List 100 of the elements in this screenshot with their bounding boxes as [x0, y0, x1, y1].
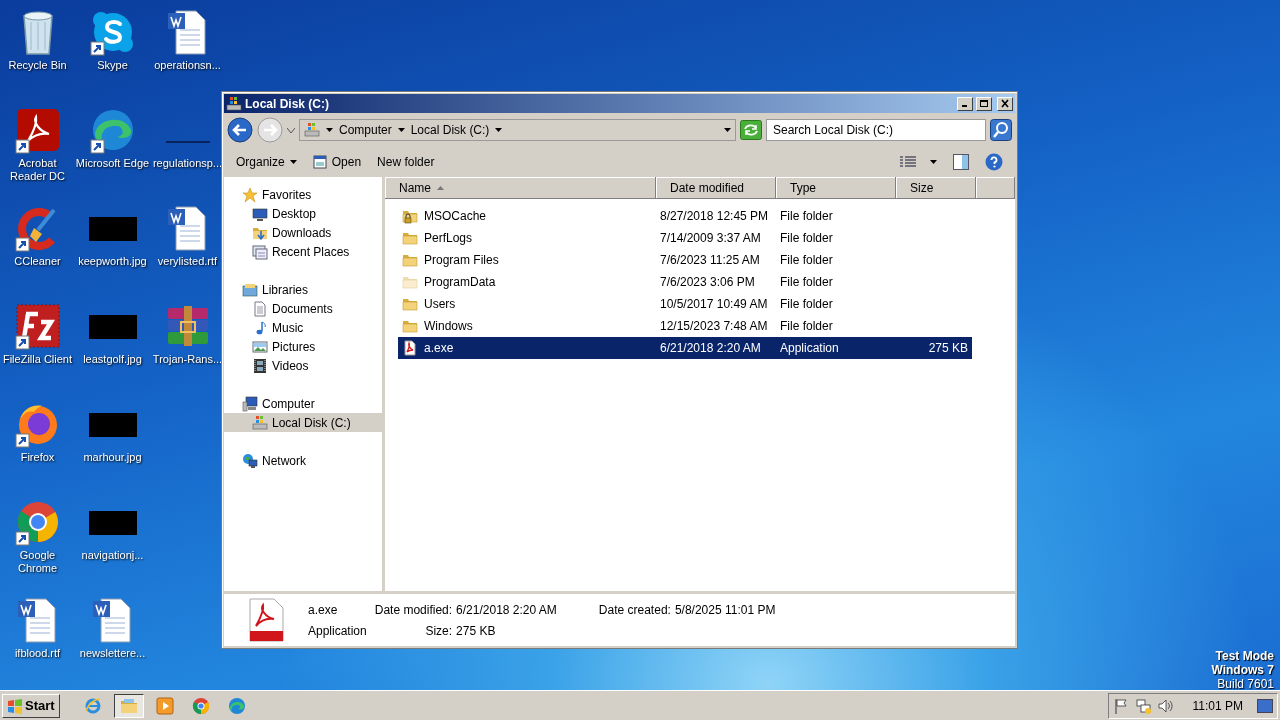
icon-label[interactable]: operationsn...	[154, 59, 221, 72]
folder-icon	[402, 274, 418, 290]
browser-icon	[227, 696, 246, 715]
column-header[interactable]: Type	[776, 177, 896, 199]
window-icon	[312, 155, 327, 169]
clock[interactable]: 11:01 PM	[1192, 696, 1243, 715]
icon-label[interactable]: regulationsp...	[152, 157, 223, 170]
file-name: a.exe	[424, 340, 454, 357]
libraries-icon	[242, 281, 258, 298]
nav-item[interactable]: Network	[224, 451, 382, 470]
nav-item[interactable]: Videos	[224, 356, 382, 375]
folder-icon	[402, 296, 418, 312]
column-header[interactable]: Name	[385, 177, 656, 199]
folder-icon	[402, 318, 418, 334]
nav-item[interactable]: Local Disk (C:)	[224, 413, 382, 432]
address-bar[interactable]: Computer Local Disk (C:)	[299, 119, 736, 141]
film-strip-icon	[252, 357, 268, 374]
nav-item[interactable]: Favorites	[224, 185, 382, 204]
history-dropdown[interactable]	[287, 127, 295, 133]
nav-item[interactable]: Computer	[224, 394, 382, 413]
new-folder-button[interactable]: New folder	[371, 151, 441, 173]
recent-places-icon	[252, 243, 268, 260]
icon-label[interactable]: Recycle Bin	[8, 59, 67, 72]
open-button[interactable]: Open	[306, 151, 368, 173]
field-value: 5/8/2025 11:01 PM	[674, 602, 776, 619]
preview-pane-icon	[953, 154, 969, 170]
nav-item[interactable]: Music	[224, 318, 382, 337]
organize-menu[interactable]: Organize	[230, 151, 303, 173]
back-button[interactable]	[227, 117, 253, 143]
flag-icon[interactable]	[1112, 697, 1129, 714]
pdf-reader-icon[interactable]	[13, 106, 62, 154]
pdf-file-icon	[246, 598, 286, 642]
search-icon	[990, 119, 1012, 141]
speaker-icon[interactable]	[1156, 697, 1173, 714]
icon-label[interactable]: CCleaner	[14, 255, 61, 268]
icon-label[interactable]: navigationj...	[81, 549, 144, 562]
icon-label[interactable]: Firefox	[20, 451, 55, 464]
icon-label[interactable]: leastgolf.jpg	[83, 353, 142, 366]
icon-label[interactable]: ifblood.rtf	[14, 647, 61, 660]
field-value: 6/21/2018 2:20 AM	[456, 601, 557, 619]
refresh-button[interactable]	[740, 120, 762, 140]
search-button[interactable]	[990, 119, 1012, 141]
nav-item[interactable]: Libraries	[224, 280, 382, 299]
breadcrumb-item[interactable]: Local Disk (C:)	[410, 121, 490, 139]
maximize-button[interactable]	[976, 96, 992, 111]
start-button[interactable]: Start	[2, 693, 60, 718]
media-player-icon	[155, 696, 174, 715]
caret-icon	[930, 160, 937, 164]
date-cell-text: 6/21/2018 2:20 AM	[659, 340, 762, 357]
watermark-text: Test Mode	[1214, 649, 1274, 663]
network-icon[interactable]	[1134, 697, 1151, 714]
monitor-icon	[252, 205, 268, 222]
file-row[interactable]: MSOCache 8/27/2018 12:45 PM File folder	[398, 205, 972, 227]
column-header[interactable]: Size	[896, 177, 976, 199]
icon-label[interactable]: verylisted.rtf	[157, 255, 218, 268]
file-name: Windows	[424, 318, 473, 335]
windows-logo-icon	[7, 697, 23, 714]
icon-label[interactable]: Google Chrome	[0, 549, 75, 575]
computer-icon	[242, 395, 258, 412]
file-name: PerfLogs	[424, 230, 473, 247]
icon-label[interactable]: marhour.jpg	[83, 451, 142, 464]
show-desktop-icon[interactable]	[1257, 698, 1273, 713]
minimize-button[interactable]	[957, 96, 973, 111]
nav-item[interactable]: Recent Places	[224, 242, 382, 261]
caret-icon	[289, 160, 297, 164]
nav-item[interactable]: Pictures	[224, 337, 382, 356]
date-cell-text: 12/15/2023 7:48 AM	[659, 318, 769, 335]
file-row[interactable]: PerfLogs 7/14/2009 3:37 AM File folder	[398, 227, 972, 249]
icon-label[interactable]: newslettere...	[79, 647, 146, 660]
chevron-icon	[495, 128, 503, 132]
icon-label[interactable]: FileZilla Client	[2, 353, 73, 366]
file-row[interactable]: a.exe 6/21/2018 2:20 AM Application 275 KB	[398, 337, 972, 359]
type-cell-text: File folder	[779, 252, 834, 269]
size-cell-text: 275 KB	[927, 340, 969, 357]
watermark-text: Windows 7	[1211, 663, 1274, 677]
network-icon	[242, 452, 258, 469]
column-header[interactable]: Date modified	[656, 177, 776, 199]
nav-item[interactable]: Desktop	[224, 204, 382, 223]
close-button[interactable]	[997, 96, 1013, 111]
search-field[interactable]: Search Local Disk (C:)	[766, 119, 986, 141]
date-cell-text: 7/6/2023 3:06 PM	[659, 274, 756, 291]
chevron-icon	[397, 128, 405, 132]
icon-label[interactable]: Acrobat Reader DC	[0, 157, 75, 183]
breadcrumb-item[interactable]: Computer	[339, 121, 392, 139]
icon-label[interactable]: keepworth.jpg	[78, 255, 147, 268]
file-row[interactable]: Users 10/5/2017 10:49 AM File folder	[398, 293, 972, 315]
icon-label[interactable]: Skype	[97, 59, 128, 72]
icon-label[interactable]: Microsoft Edge	[75, 157, 150, 170]
file-row[interactable]: Windows 12/15/2023 7:48 AM File folder	[398, 315, 972, 337]
chevron-icon	[326, 128, 333, 132]
file-row[interactable]: ProgramData 7/6/2023 3:06 PM File folder	[398, 271, 972, 293]
taskbar-button[interactable]	[113, 693, 144, 718]
help-icon	[985, 153, 1003, 171]
nav-item[interactable]: Documents	[224, 299, 382, 318]
file-row[interactable]: Program Files 7/6/2023 11:25 AM File folder	[398, 249, 972, 271]
ftp-client-icon[interactable]	[13, 302, 62, 350]
nav-item[interactable]: Downloads	[224, 223, 382, 242]
column-header[interactable]	[976, 177, 1015, 199]
drive-icon	[252, 414, 268, 431]
icon-label[interactable]: Trojan-Rans...	[152, 353, 223, 366]
